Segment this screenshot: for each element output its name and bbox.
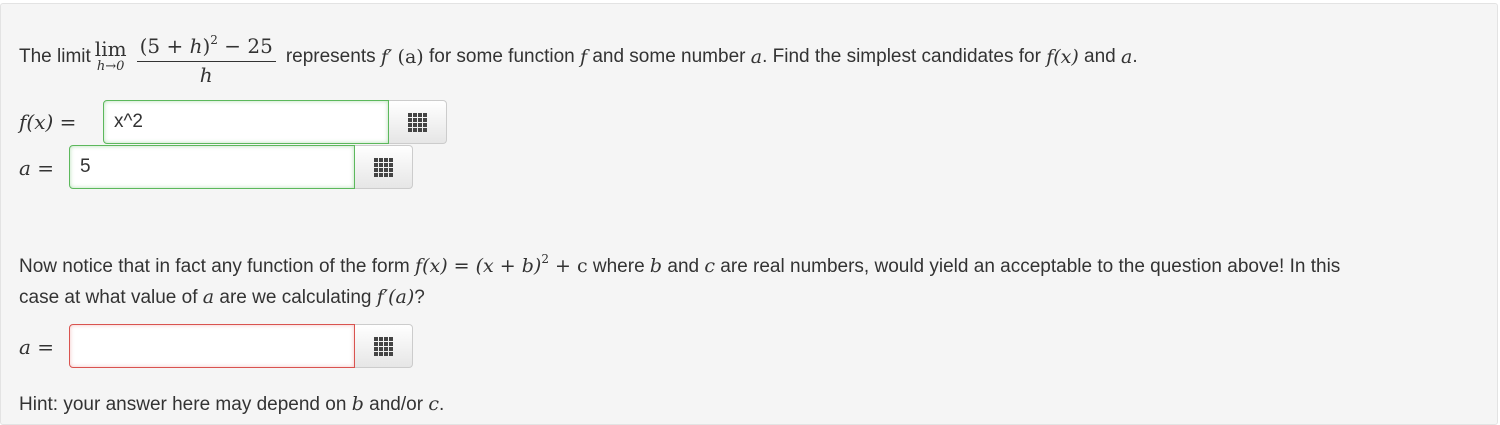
hint-text: Hint: your answer here may depend on b a… (19, 393, 445, 415)
problem-panel: The limit lim h→0 (5 + h)2 − 25 h repres… (0, 3, 1498, 425)
math-c: c (704, 255, 716, 277)
math-paren-a: (a) (397, 46, 424, 68)
math-b: b (649, 255, 663, 277)
fraction-numerator: (5 + h)2 − 25 (136, 27, 276, 62)
limit-fraction: (5 + h)2 − 25 h (136, 27, 276, 88)
a2-answer-input[interactable] (69, 324, 355, 368)
math-a: a (202, 286, 215, 308)
q1-intro: The limit (19, 46, 91, 67)
math-f-prime: f′ (380, 46, 393, 68)
fraction-denominator: h (199, 62, 213, 87)
a-answer-input[interactable] (69, 145, 355, 189)
q2-line-2: case at what value of a are we calculati… (19, 286, 425, 308)
math-c: c (428, 393, 439, 415)
math-a-end: a (1121, 46, 1133, 68)
a-palette-button[interactable] (355, 145, 413, 189)
math-form: f(x) = (x + b)2 + c (415, 252, 588, 277)
q1-and-some-number: and some number (592, 46, 746, 67)
question-1-text: The limit lim h→0 (5 + h)2 − 25 h repres… (19, 22, 1138, 92)
grid-icon (408, 112, 427, 132)
math-a: a (750, 46, 763, 68)
limit-operator: lim h→0 (95, 39, 127, 75)
a-answer-label: a = (19, 156, 55, 180)
math-f: f (580, 46, 588, 68)
grid-icon (374, 157, 393, 177)
math-f-prime-a: f′(a) (376, 286, 415, 308)
a2-answer-label: a = (19, 335, 55, 359)
fx-answer-label: f(x) = (19, 110, 77, 134)
math-b: b (351, 393, 364, 415)
math-fx: f(x) (1046, 46, 1079, 68)
lim-word: lim (94, 37, 127, 61)
q1-and: and (1084, 46, 1116, 67)
q1-represents: represents (285, 46, 376, 67)
fx-palette-button[interactable] (389, 100, 447, 144)
lim-subscript: h→0 (96, 59, 125, 74)
a2-palette-button[interactable] (355, 324, 413, 368)
fx-answer-input[interactable] (103, 100, 389, 144)
q2-line-1: Now notice that in fact any function of … (19, 252, 1341, 277)
question-2-text: Now notice that in fact any function of … (19, 244, 1340, 313)
q1-for-some-function: for some function (428, 46, 575, 67)
q1-find: . Find the simplest candidates for (762, 46, 1041, 67)
grid-icon (374, 336, 393, 356)
